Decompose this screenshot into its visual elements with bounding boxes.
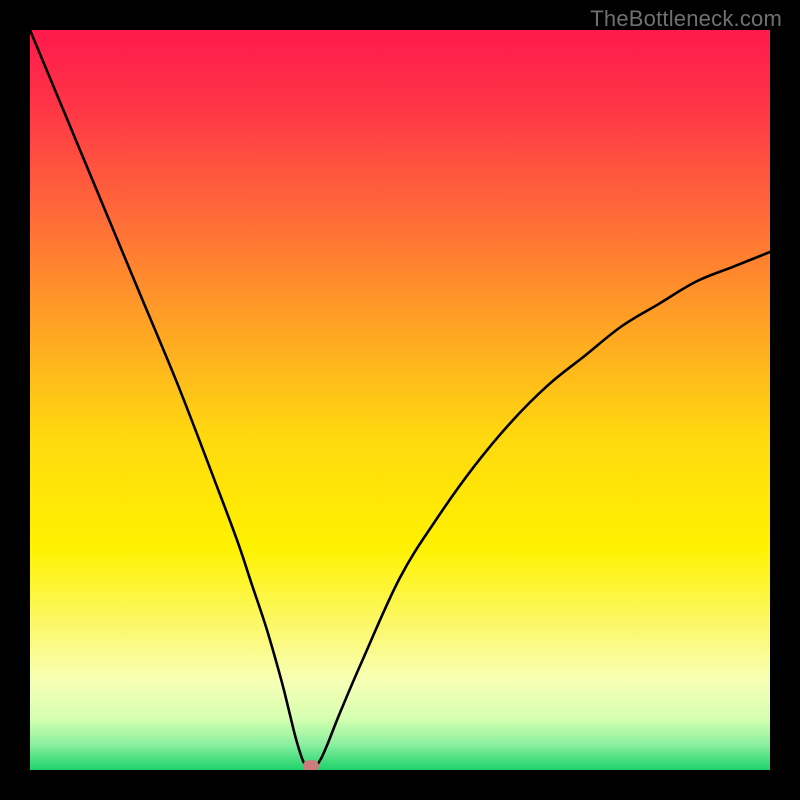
- chart-frame: TheBottleneck.com: [0, 0, 800, 800]
- plot-area: [30, 30, 770, 770]
- optimal-point-marker: [303, 760, 319, 770]
- watermark-text: TheBottleneck.com: [590, 6, 782, 32]
- bottleneck-curve: [30, 30, 770, 770]
